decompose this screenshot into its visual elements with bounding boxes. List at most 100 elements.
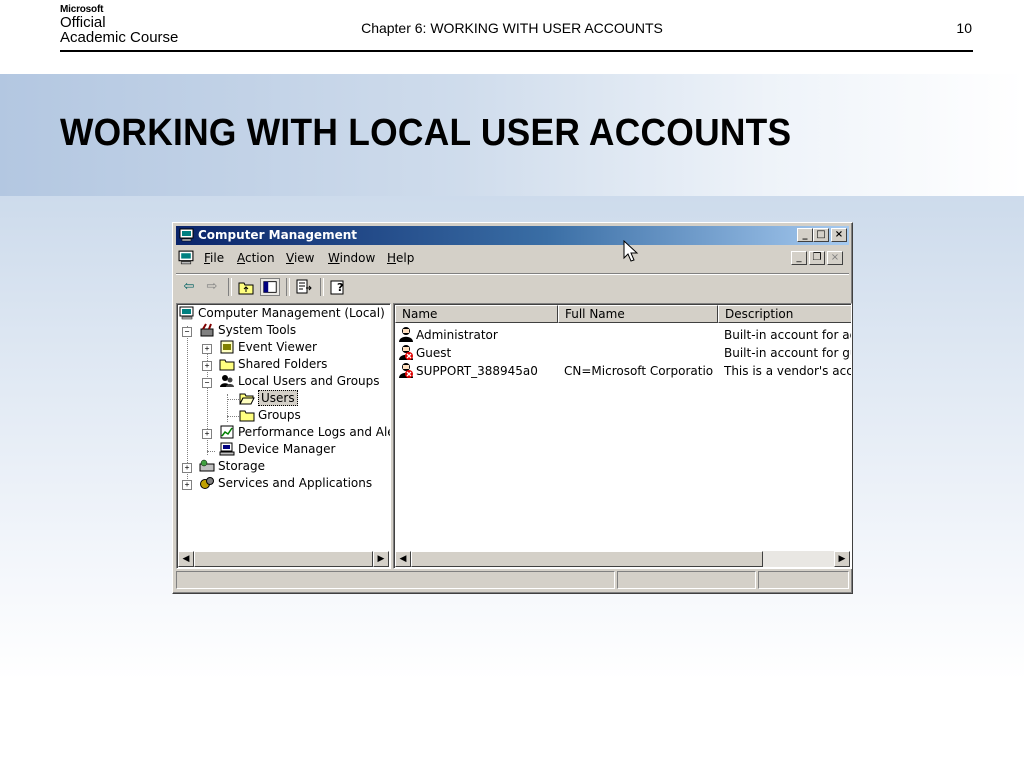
tree-item-performance-logs[interactable]: Performance Logs and Alerts xyxy=(219,425,390,442)
cell-name: Guest xyxy=(416,346,452,360)
help-icon[interactable]: ? xyxy=(328,278,348,296)
tree-item-users[interactable]: Users xyxy=(239,390,298,408)
tree-label: Device Manager xyxy=(238,442,336,456)
status-bar-panel xyxy=(758,571,849,589)
menu-window[interactable]: Window xyxy=(328,251,375,265)
tree-item-shared-folders[interactable]: Shared Folders xyxy=(219,357,327,374)
disabled-user-icon xyxy=(399,363,413,378)
tree-label: Computer Management (Local) xyxy=(198,306,385,320)
tree-label: Local Users and Groups xyxy=(238,374,380,388)
tree-label: Groups xyxy=(258,408,301,422)
menu-file[interactable]: File xyxy=(204,251,224,265)
tree-horizontal-scrollbar[interactable]: ◀ ▶ xyxy=(178,551,389,567)
tree-item-services-and-applications[interactable]: Services and Applications xyxy=(199,476,372,493)
tree-label: Event Viewer xyxy=(238,340,317,354)
list-item[interactable]: Guest Built-in account for gues xyxy=(396,344,851,362)
mdi-restore-button[interactable]: ❐ xyxy=(809,251,825,265)
tree-label: Shared Folders xyxy=(238,357,328,371)
computer-management-icon[interactable] xyxy=(179,228,194,242)
mdi-minimize-button[interactable]: _ xyxy=(791,251,807,265)
scroll-left-button[interactable]: ◀ xyxy=(395,551,411,567)
expand-services-and-applications[interactable]: + xyxy=(182,480,192,490)
scroll-thumb[interactable] xyxy=(411,551,763,567)
header-divider xyxy=(60,50,973,52)
scroll-thumb[interactable] xyxy=(194,551,373,567)
performance-icon xyxy=(220,425,234,439)
toolbar-separator xyxy=(286,278,290,296)
scroll-right-button[interactable]: ▶ xyxy=(373,551,389,567)
up-one-level-icon[interactable] xyxy=(236,278,256,296)
tree-item-system-tools[interactable]: System Tools xyxy=(199,323,296,340)
tools-icon xyxy=(200,323,214,337)
page-number: 10 xyxy=(956,20,972,36)
tree-item-local-users-and-groups[interactable]: Local Users and Groups xyxy=(219,374,380,391)
menu-action[interactable]: Action xyxy=(237,251,275,265)
forward-arrow-icon[interactable]: ⇨ xyxy=(202,278,222,296)
list-item[interactable]: SUPPORT_388945a0 CN=Microsoft Corporatio… xyxy=(396,362,851,380)
toolbar: ⇦ ⇨ ? xyxy=(176,273,849,300)
device-manager-icon xyxy=(219,442,235,456)
menu-view[interactable]: View xyxy=(286,251,314,265)
chapter-title: Chapter 6: WORKING WITH USER ACCOUNTS xyxy=(361,20,663,36)
users-icon xyxy=(220,375,234,387)
minimize-button[interactable]: _ xyxy=(797,228,813,242)
console-tree[interactable]: − + + − + + + Computer Management (Local… xyxy=(176,303,391,569)
details-list[interactable]: Name Full Name Description Administrator… xyxy=(393,303,852,569)
tree-label: Users xyxy=(258,390,298,406)
window-title: Computer Management xyxy=(198,228,357,242)
expand-storage[interactable]: + xyxy=(182,463,192,473)
maximize-button[interactable]: □ xyxy=(813,228,829,242)
event-viewer-icon xyxy=(220,340,234,354)
services-icon xyxy=(200,477,214,489)
show-hide-console-tree-icon[interactable] xyxy=(260,278,280,296)
tree-label: Services and Applications xyxy=(218,476,373,490)
back-arrow-icon[interactable]: ⇦ xyxy=(179,278,199,296)
toolbar-separator xyxy=(320,278,324,296)
column-header-name[interactable]: Name xyxy=(395,305,558,323)
mouse-pointer-icon xyxy=(623,240,639,262)
mdi-system-icon[interactable] xyxy=(178,250,194,265)
scroll-left-button[interactable]: ◀ xyxy=(178,551,194,567)
slide-title: WORKING WITH LOCAL USER ACCOUNTS xyxy=(60,112,792,154)
tree-item-device-manager[interactable]: Device Manager xyxy=(219,442,335,459)
export-list-icon[interactable] xyxy=(294,278,314,296)
window-titlebar[interactable]: Computer Management _ □ × xyxy=(176,226,849,245)
list-horizontal-scrollbar[interactable]: ◀ ▶ xyxy=(395,551,850,567)
tree-item-computer-management[interactable]: Computer Management (Local) xyxy=(179,306,385,323)
tree-label: Storage xyxy=(218,459,265,473)
status-bar-panel xyxy=(176,571,615,589)
column-header-description[interactable]: Description xyxy=(718,305,851,323)
collapse-system-tools[interactable]: − xyxy=(182,327,192,337)
tree-item-storage[interactable]: Storage xyxy=(199,459,265,476)
expand-shared-folders[interactable]: + xyxy=(202,361,212,371)
expand-event-viewer[interactable]: + xyxy=(202,344,212,354)
tree-item-event-viewer[interactable]: Event Viewer xyxy=(219,340,317,357)
close-button[interactable]: × xyxy=(831,228,847,242)
status-bar-panel xyxy=(617,571,756,589)
disabled-user-icon xyxy=(399,345,413,360)
menu-help[interactable]: Help xyxy=(387,251,414,265)
mdi-close-button[interactable]: × xyxy=(827,251,843,265)
scroll-right-button[interactable]: ▶ xyxy=(834,551,850,567)
cell-name: Administrator xyxy=(416,328,498,342)
folder-icon xyxy=(239,410,255,422)
computer-management-window: Computer Management _ □ × File Action Vi… xyxy=(172,222,853,594)
expand-performance-logs[interactable]: + xyxy=(202,429,212,439)
cell-full-name: CN=Microsoft Corporation,... xyxy=(564,364,714,378)
cell-description: This is a vendor's accou xyxy=(724,364,851,378)
folder-open-icon xyxy=(239,393,255,405)
collapse-local-users-and-groups[interactable]: − xyxy=(202,378,212,388)
storage-icon xyxy=(199,459,215,472)
user-icon xyxy=(399,327,413,342)
column-header-full-name[interactable]: Full Name xyxy=(558,305,718,323)
menu-bar: File Action View Window Help _ ❐ × xyxy=(176,247,849,269)
toolbar-separator xyxy=(228,278,232,296)
svg-text:?: ? xyxy=(337,281,343,294)
list-item[interactable]: Administrator Built-in account for admi xyxy=(396,326,851,344)
cell-description: Built-in account for gues xyxy=(724,346,851,360)
cell-name: SUPPORT_388945a0 xyxy=(416,364,538,378)
tree-label: System Tools xyxy=(218,323,297,337)
computer-icon xyxy=(179,306,194,320)
tree-item-groups[interactable]: Groups xyxy=(239,408,301,425)
cell-description: Built-in account for admi xyxy=(724,328,851,342)
